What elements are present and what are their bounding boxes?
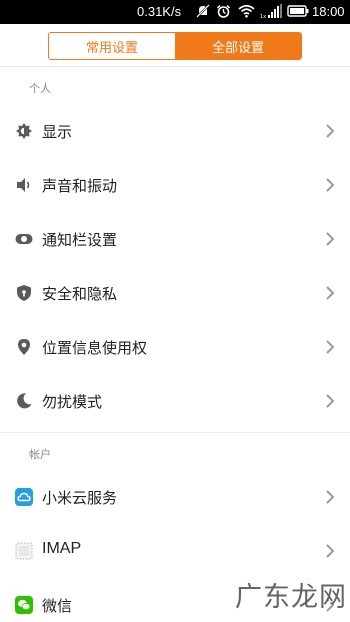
clock: 18:00 bbox=[312, 4, 345, 19]
settings-item-label: 位置信息使用权 bbox=[42, 339, 148, 357]
moon-icon bbox=[17, 393, 32, 409]
chevron-right-icon bbox=[326, 286, 335, 300]
chevron-right-icon bbox=[326, 232, 335, 246]
settings-item-display[interactable]: 显示 bbox=[0, 104, 350, 158]
toggle-icon bbox=[15, 234, 33, 244]
brightness-icon bbox=[16, 123, 32, 139]
settings-item-label: 声音和振动 bbox=[42, 177, 118, 195]
settings-item-security-privacy[interactable]: 安全和隐私 bbox=[0, 266, 350, 320]
chevron-right-icon bbox=[326, 394, 335, 408]
tab-common-settings[interactable]: 常用设置 bbox=[49, 33, 175, 59]
settings-item-label: 勿扰模式 bbox=[42, 393, 103, 411]
shield-icon bbox=[17, 285, 31, 301]
imap-icon bbox=[15, 542, 33, 560]
speaker-icon bbox=[17, 178, 30, 192]
chevron-right-icon bbox=[326, 178, 335, 192]
chevron-right-icon bbox=[326, 124, 335, 138]
settings-item-label: 通知栏设置 bbox=[42, 231, 118, 249]
signal-icon: 1x bbox=[260, 4, 282, 19]
settings-item-label: 显示 bbox=[42, 123, 73, 141]
settings-item-do-not-disturb[interactable]: 勿扰模式 bbox=[0, 374, 350, 428]
settings-item-notification-bar[interactable]: 通知栏设置 bbox=[0, 212, 350, 266]
section-header-personal: 个人 bbox=[29, 82, 51, 95]
alarm-icon bbox=[216, 4, 231, 18]
mi-cloud-icon bbox=[15, 488, 33, 506]
settings-item-imap[interactable]: IMAP bbox=[0, 524, 350, 578]
settings-item-mi-cloud[interactable]: 小米云服务 bbox=[0, 470, 350, 524]
settings-tab-switcher: 常用设置 全部设置 bbox=[48, 32, 302, 60]
wifi-icon bbox=[238, 4, 255, 18]
notification-off-icon bbox=[196, 4, 210, 18]
chevron-right-icon bbox=[326, 490, 335, 504]
tab-all-settings[interactable]: 全部设置 bbox=[175, 33, 301, 59]
section-header-accounts: 帐户 bbox=[29, 448, 51, 461]
chevron-right-icon bbox=[326, 340, 335, 354]
watermark: 广东龙网 bbox=[235, 582, 347, 613]
settings-item-label: 小米云服务 bbox=[42, 489, 118, 507]
settings-item-label: 微信 bbox=[42, 597, 73, 615]
settings-item-sound-vibration[interactable]: 声音和振动 bbox=[0, 158, 350, 212]
wechat-icon bbox=[15, 596, 33, 614]
status-bar: 0.31K/s 1x 18:00 bbox=[0, 0, 350, 24]
network-speed: 0.31K/s bbox=[137, 4, 182, 19]
battery-icon bbox=[287, 5, 309, 17]
header-divider bbox=[0, 66, 350, 67]
section-divider bbox=[0, 432, 350, 433]
chevron-right-icon bbox=[326, 544, 335, 558]
svg-text:1x: 1x bbox=[260, 14, 266, 19]
settings-item-location-access[interactable]: 位置信息使用权 bbox=[0, 320, 350, 374]
location-pin-icon bbox=[18, 339, 30, 355]
settings-item-label: 安全和隐私 bbox=[42, 285, 118, 303]
settings-item-label: IMAP bbox=[42, 540, 82, 557]
